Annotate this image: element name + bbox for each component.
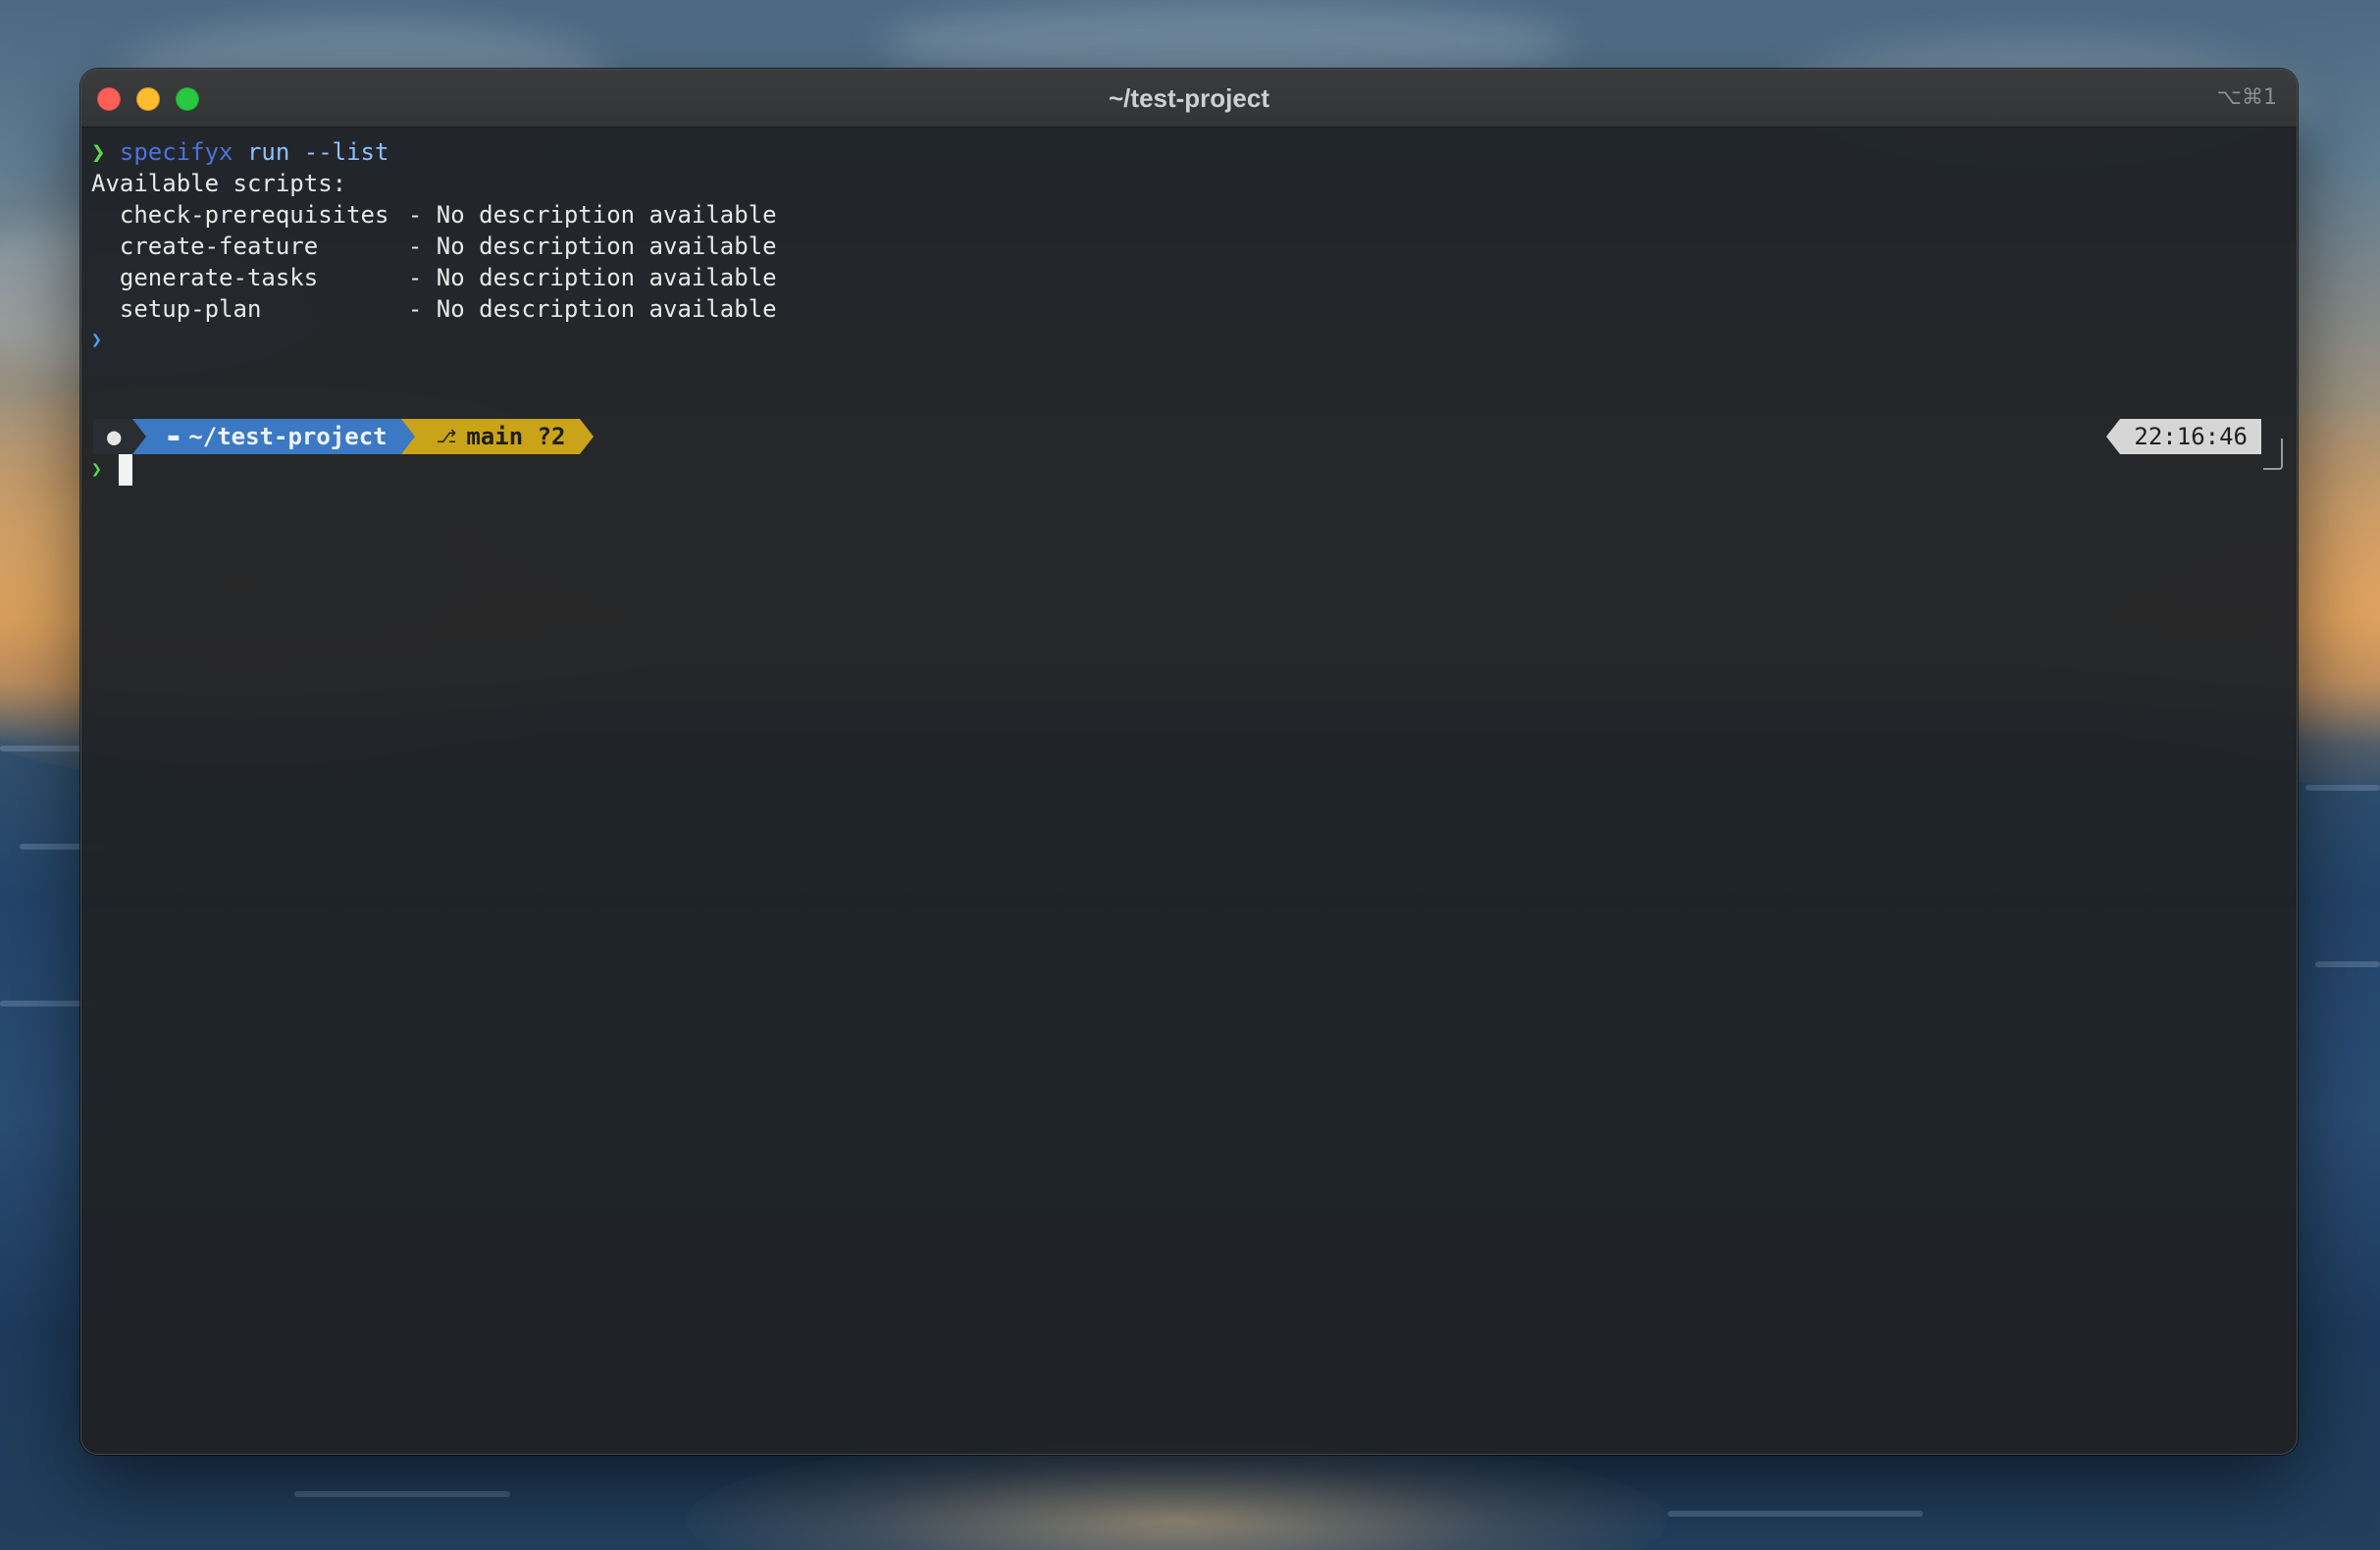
command-name: specifyx — [119, 138, 233, 166]
directory-segment: ▬ ~/test-project — [146, 419, 401, 454]
script-row: create-feature - No description available — [91, 231, 777, 262]
apple-icon: ● — [107, 423, 122, 450]
input-prompt-glyph: ❯ — [91, 459, 102, 480]
script-name: generate-tasks — [119, 264, 319, 291]
title-bar[interactable]: ~/test-project ⌥⌘1 — [81, 70, 2297, 128]
clock-time: 22:16:46 — [2120, 419, 2261, 454]
segment-separator — [400, 419, 415, 454]
script-description: - No description available — [407, 264, 777, 291]
script-description: - No description available — [407, 232, 777, 260]
os-segment: ● — [93, 419, 133, 454]
script-name: create-feature — [119, 232, 319, 260]
output-header: Available scripts: — [91, 170, 347, 197]
script-description: - No description available — [407, 295, 777, 323]
segment-separator — [132, 419, 147, 454]
directory-path: ~/test-project — [188, 423, 388, 450]
window-title: ~/test-project — [1109, 83, 1269, 113]
git-segment: ⎇ main ?2 — [414, 419, 580, 454]
script-row: setup-plan - No description available — [91, 293, 777, 325]
powerline-prompt: ● ▬ ~/test-project ⎇ main ?2 — [93, 419, 594, 454]
window-shortcut: ⌥⌘1 — [2216, 85, 2277, 110]
segment-separator — [579, 419, 594, 454]
terminal-window[interactable]: ~/test-project ⌥⌘1 ❯ specifyx run --list… — [80, 69, 2298, 1455]
script-row: check-prerequisites - No description avai… — [91, 199, 777, 231]
command-args: run --list — [246, 138, 389, 166]
folder-icon: ▬ — [168, 426, 180, 447]
script-name: setup-plan — [119, 295, 262, 323]
prompt-glyph: ❯ — [91, 138, 106, 166]
terminal-content[interactable]: ❯ specifyx run --list Available scripts:… — [81, 127, 2297, 1454]
script-name: check-prerequisites — [119, 201, 389, 229]
segment-separator — [2106, 419, 2121, 454]
text-cursor[interactable] — [119, 454, 132, 486]
time-segment: 22:16:46 — [2106, 419, 2261, 454]
script-row: generate-tasks - No description available — [91, 262, 777, 293]
empty-prompt-marker: ❯ — [91, 330, 102, 350]
script-description: - No description available — [407, 201, 777, 229]
git-branch-icon: ⎇ — [436, 426, 457, 447]
git-status: main ?2 — [466, 423, 566, 450]
prompt-connector — [2263, 439, 2283, 470]
command-line: ❯ specifyx run --list — [91, 136, 388, 168]
